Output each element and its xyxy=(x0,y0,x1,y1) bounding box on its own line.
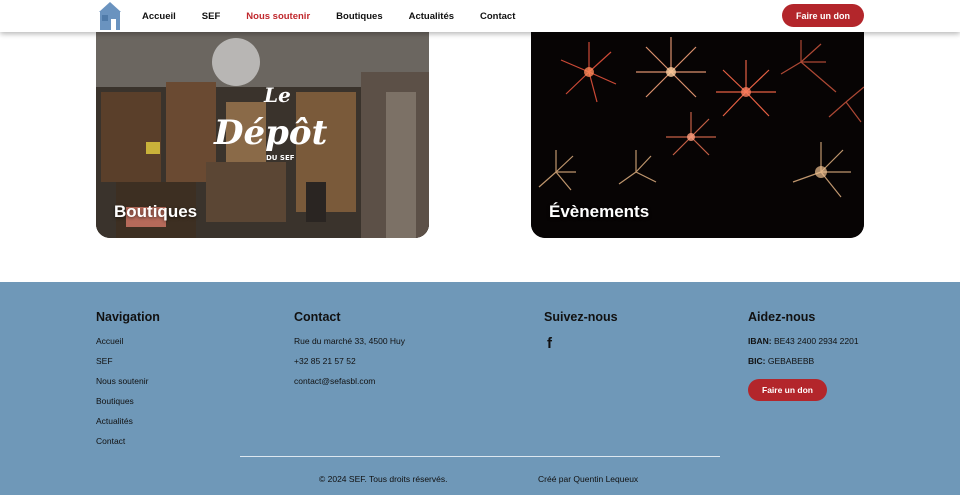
site-footer: Navigation Accueil SEF Nous soutenir Bou… xyxy=(0,282,960,495)
donate-button[interactable]: Faire un don xyxy=(782,4,864,27)
nav-item-accueil[interactable]: Accueil xyxy=(142,11,176,22)
footer-help-heading: Aidez-nous xyxy=(748,310,816,324)
evenements-card[interactable]: Évènements xyxy=(531,32,864,238)
footer-donate-button[interactable]: Faire un don xyxy=(748,379,827,401)
footer-social: Suivez-nous f xyxy=(544,310,618,351)
depot-logo-sub: DU SEF xyxy=(266,154,295,162)
iban-label: IBAN: xyxy=(748,336,772,346)
boutiques-card[interactable]: Le Dépôt DU SEF Boutiques xyxy=(96,32,429,238)
footer-contact-heading: Contact xyxy=(294,310,341,324)
nav-item-sef[interactable]: SEF xyxy=(202,11,220,22)
house-icon[interactable] xyxy=(98,1,122,31)
footer-link-accueil[interactable]: Accueil xyxy=(96,336,160,356)
footer-link-sef[interactable]: SEF xyxy=(96,356,160,376)
footer-link-boutiques[interactable]: Boutiques xyxy=(96,396,160,416)
site-header: Accueil SEF Nous soutenir Boutiques Actu… xyxy=(0,0,960,32)
footer-divider xyxy=(240,456,720,457)
copyright-text: © 2024 SEF. Tous droits réservés. xyxy=(319,474,448,484)
iban-value: BE43 2400 2934 2201 xyxy=(773,336,859,346)
footer-social-heading: Suivez-nous xyxy=(544,310,618,324)
footer-link-contact[interactable]: Contact xyxy=(96,436,160,456)
nav-item-contact[interactable]: Contact xyxy=(480,11,515,22)
footer-navigation: Navigation Accueil SEF Nous soutenir Bou… xyxy=(96,310,160,456)
credit-text: Créé par Quentin Lequeux xyxy=(538,474,639,484)
evenements-card-title: Évènements xyxy=(549,202,650,221)
nav-item-actualites[interactable]: Actualités xyxy=(409,11,454,22)
facebook-icon[interactable]: f xyxy=(547,336,618,351)
footer-email[interactable]: contact@sefasbl.com xyxy=(294,376,405,396)
footer-link-actualites[interactable]: Actualités xyxy=(96,416,160,436)
bic-value: GEBABEBB xyxy=(767,356,815,366)
footer-navigation-heading: Navigation xyxy=(96,310,160,324)
depot-logo-main: Dépôt xyxy=(213,113,328,153)
depot-logo-top: Le xyxy=(263,83,291,107)
footer-contact: Contact Rue du marché 33, 4500 Huy +32 8… xyxy=(294,310,405,396)
boutiques-card-title: Boutiques xyxy=(114,202,198,221)
footer-iban: IBAN: BE43 2400 2934 2201 xyxy=(748,336,859,356)
footer-help: Aidez-nous IBAN: BE43 2400 2934 2201 BIC… xyxy=(748,310,859,401)
bic-label: BIC: xyxy=(748,356,766,366)
nav-item-boutiques[interactable]: Boutiques xyxy=(336,11,382,22)
footer-phone[interactable]: +32 85 21 57 52 xyxy=(294,356,405,376)
nav-item-nous-soutenir[interactable]: Nous soutenir xyxy=(246,11,310,22)
footer-address: Rue du marché 33, 4500 Huy xyxy=(294,336,406,346)
footer-bic: BIC: GEBABEBB xyxy=(748,356,859,376)
main-nav: Accueil SEF Nous soutenir Boutiques Actu… xyxy=(142,0,541,32)
footer-link-nous-soutenir[interactable]: Nous soutenir xyxy=(96,376,160,396)
